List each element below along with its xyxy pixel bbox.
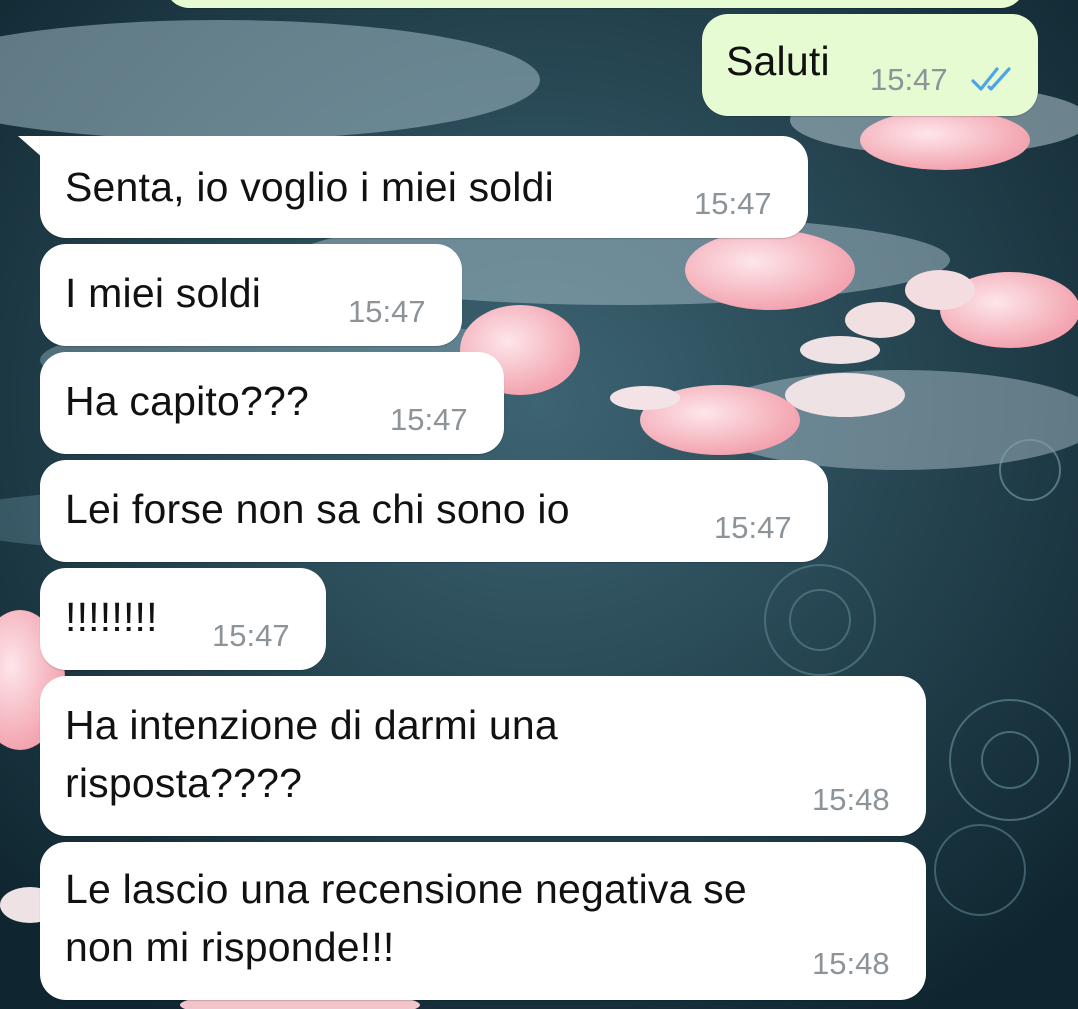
message-time: 15:47 (348, 294, 426, 329)
message-time: 15:48 (812, 782, 890, 817)
message-text: Ha capito??? (65, 378, 310, 424)
message-time: 15:47 (390, 402, 468, 437)
incoming-message-bubble[interactable]: Le lascio una recensione negativa se non… (40, 842, 926, 1000)
message-bubble-partial[interactable] (165, 0, 1025, 8)
incoming-message-bubble[interactable]: Ha capito??? 15:47 (40, 352, 504, 454)
message-text-line1: Ha intenzione di darmi una (65, 702, 558, 748)
incoming-message-bubble[interactable]: Senta, io voglio i miei soldi 15:47 (40, 136, 808, 238)
incoming-message-bubble[interactable]: Ha intenzione di darmi una risposta???? … (40, 676, 926, 836)
message-text-line2: risposta???? (65, 760, 303, 806)
message-text-line1: Le lascio una recensione negativa se (65, 866, 747, 912)
message-text: Senta, io voglio i miei soldi (65, 164, 554, 210)
incoming-message-bubble[interactable]: !!!!!!!! 15:47 (40, 568, 326, 670)
outgoing-message-bubble[interactable]: Saluti 15:47 (702, 14, 1038, 116)
message-text: !!!!!!!! (65, 594, 158, 640)
double-check-read-icon (971, 67, 1011, 91)
incoming-message-bubble[interactable]: Lei forse non sa chi sono io 15:47 (40, 460, 828, 562)
message-text: Saluti (726, 38, 830, 84)
message-time: 15:48 (812, 946, 890, 981)
incoming-message-bubble[interactable]: I miei soldi 15:47 (40, 244, 462, 346)
message-time: 15:47 (694, 186, 772, 221)
message-time: 15:47 (870, 62, 948, 97)
message-time: 15:47 (212, 618, 290, 653)
message-text: Lei forse non sa chi sono io (65, 486, 570, 532)
message-time: 15:47 (714, 510, 792, 545)
message-text: I miei soldi (65, 270, 262, 316)
message-text-line2: non mi risponde!!! (65, 924, 395, 970)
